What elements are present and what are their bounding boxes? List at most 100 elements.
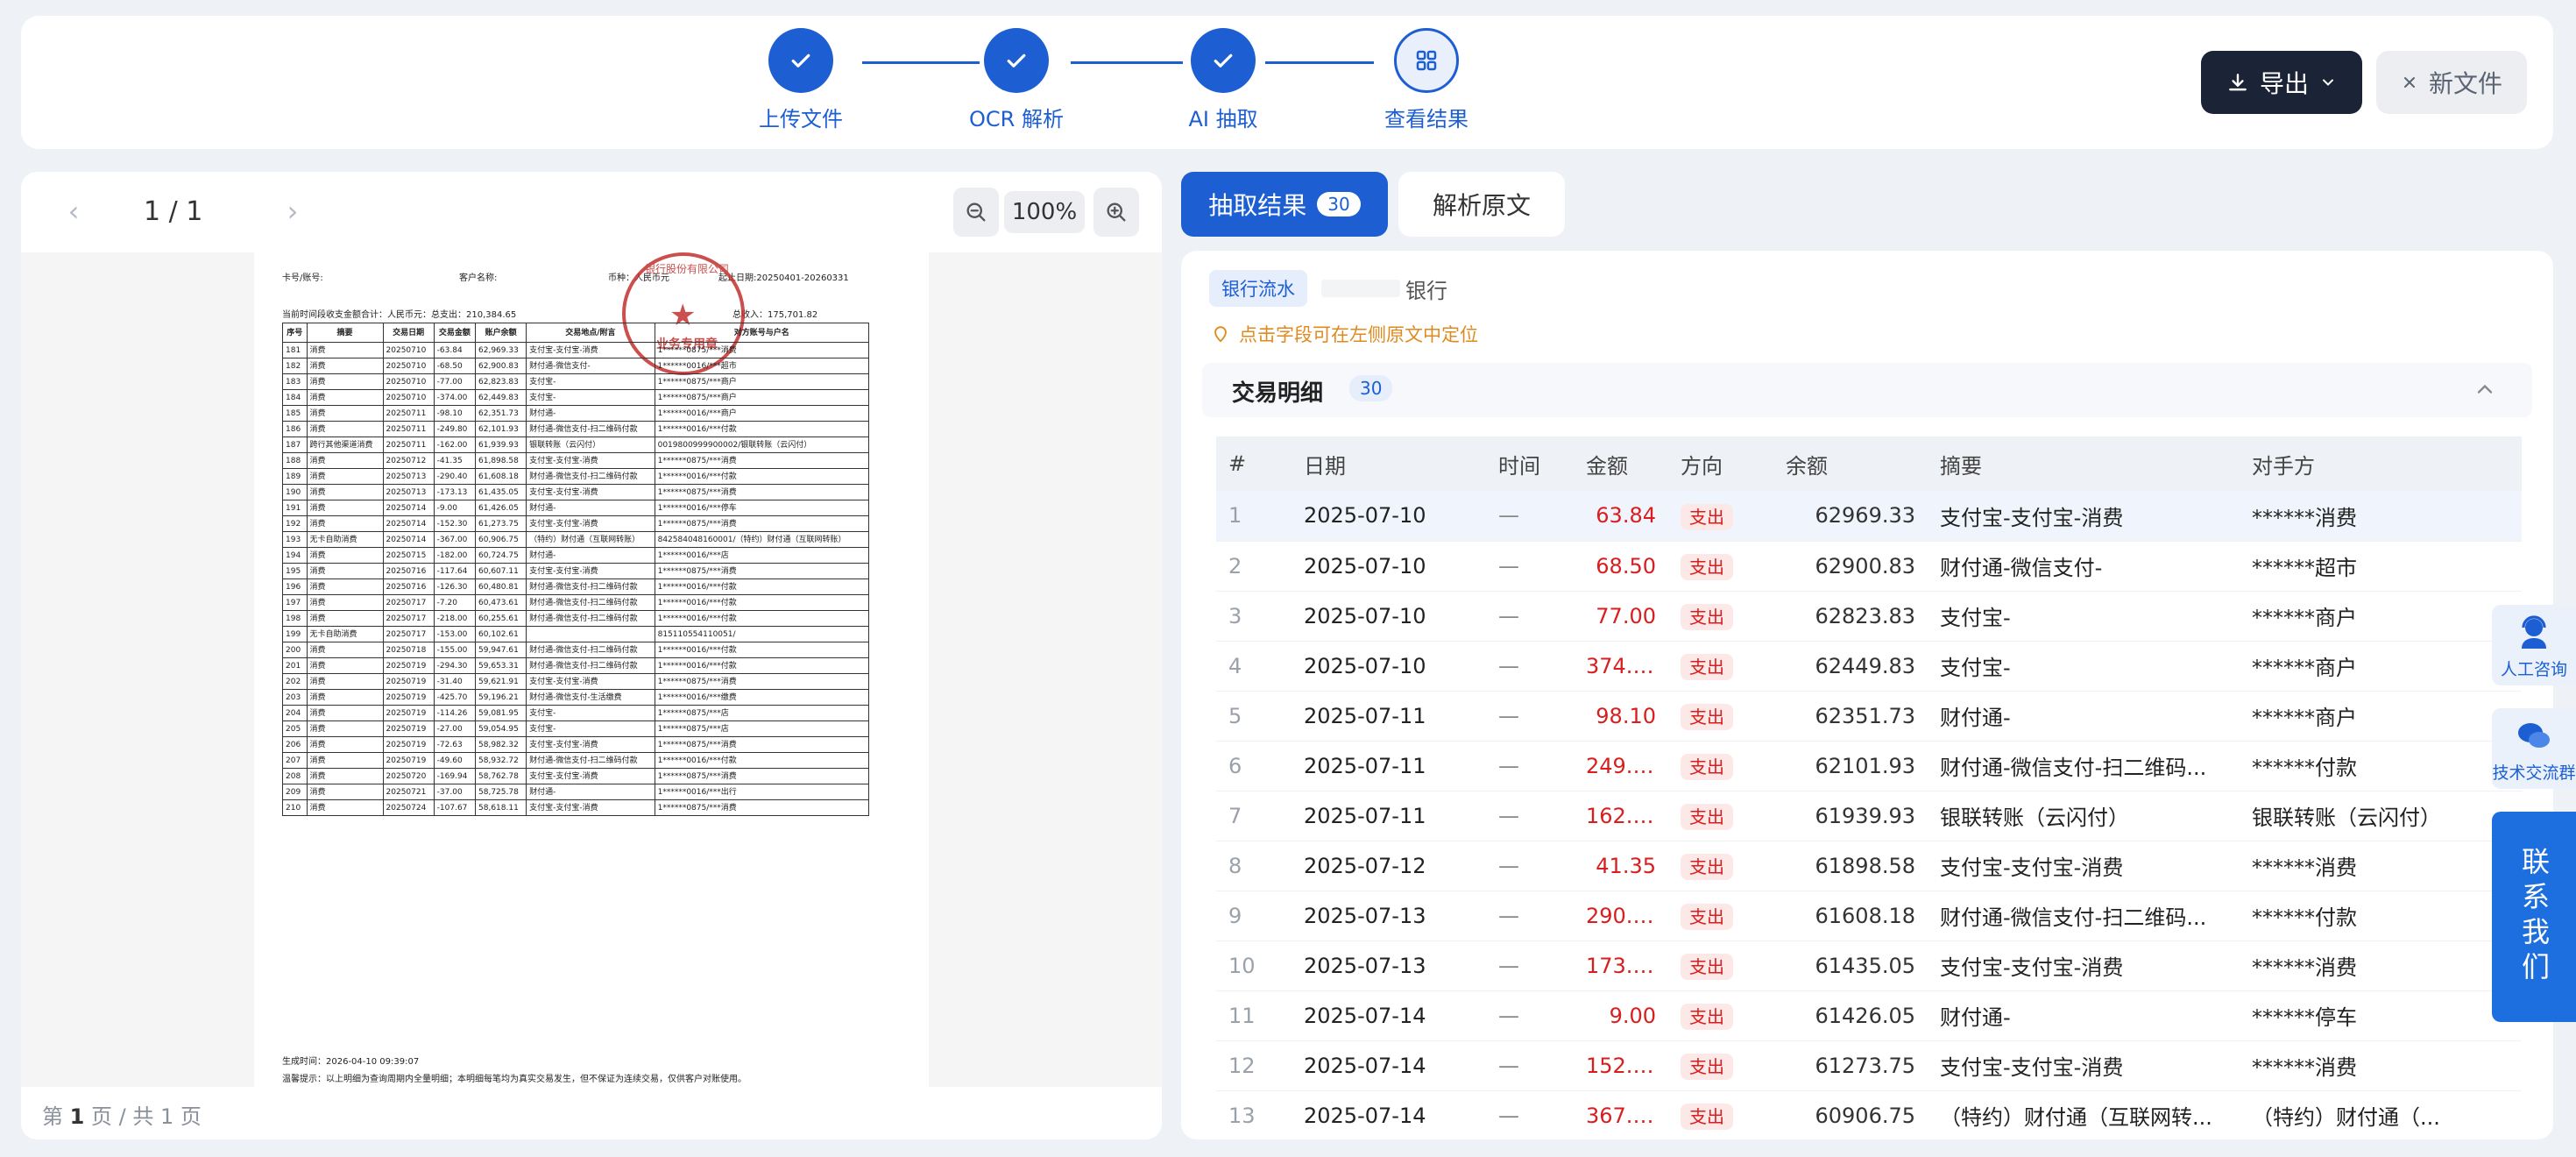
row-counterparty[interactable]: ******消费	[2240, 941, 2522, 991]
transaction-row[interactable]: 9 2025-07-13—290.40 支出 61608.18 财付通-微信支付-扫二维…	[1216, 891, 2522, 941]
row-summary[interactable]: 银联转账（云闪付）	[1928, 791, 2240, 841]
zoom-out-button[interactable]	[953, 188, 999, 237]
row-direction[interactable]: 支出	[1668, 691, 1773, 742]
transaction-row[interactable]: 10 2025-07-13—173.13 支出 61435.05 支付宝-支付宝-消费 *…	[1216, 941, 2522, 991]
transaction-row[interactable]: 3 2025-07-10—77.00 支出 62823.83 支付宝- ******商户	[1216, 591, 2522, 642]
row-summary[interactable]: 财付通-	[1928, 691, 2240, 742]
row-date[interactable]: 2025-07-10	[1292, 491, 1486, 542]
tech-group-button[interactable]: 技术交流群	[2492, 708, 2576, 789]
row-time[interactable]: —	[1486, 1040, 1574, 1091]
row-date[interactable]: 2025-07-13	[1292, 891, 1486, 941]
transaction-row[interactable]: 8 2025-07-12—41.35 支出 61898.58 支付宝-支付宝-消费 ***…	[1216, 841, 2522, 891]
row-summary[interactable]: 支付宝-支付宝-消费	[1928, 841, 2240, 891]
row-counterparty[interactable]: ******商户	[2240, 591, 2522, 642]
row-amount[interactable]: 98.10	[1574, 691, 1668, 742]
row-summary[interactable]: 财付通-微信支付-扫二维码...	[1928, 891, 2240, 941]
transaction-row[interactable]: 13 2025-07-14—367.00 支出 60906.75 （特约）财付通（互联网…	[1216, 1090, 2522, 1139]
row-balance[interactable]: 60906.75	[1773, 1090, 1928, 1139]
row-summary[interactable]: （特约）财付通（互联网转...	[1928, 1090, 2240, 1139]
row-amount[interactable]: 152.30	[1574, 1040, 1668, 1091]
row-date[interactable]: 2025-07-11	[1292, 741, 1486, 791]
row-date[interactable]: 2025-07-11	[1292, 791, 1486, 841]
row-time[interactable]: —	[1486, 791, 1574, 841]
row-summary[interactable]: 财付通-微信支付-	[1928, 541, 2240, 592]
row-amount[interactable]: 41.35	[1574, 841, 1668, 891]
row-date[interactable]: 2025-07-13	[1292, 941, 1486, 991]
row-direction[interactable]: 支出	[1668, 891, 1773, 941]
chevron-up-icon[interactable]	[2473, 377, 2497, 401]
row-direction[interactable]: 支出	[1668, 1090, 1773, 1139]
row-time[interactable]: —	[1486, 691, 1574, 742]
row-date[interactable]: 2025-07-14	[1292, 990, 1486, 1041]
row-direction[interactable]: 支出	[1668, 791, 1773, 841]
row-time[interactable]: —	[1486, 491, 1574, 542]
row-counterparty[interactable]: ******消费	[2240, 491, 2522, 542]
row-amount[interactable]: 77.00	[1574, 591, 1668, 642]
row-time[interactable]: —	[1486, 891, 1574, 941]
row-date[interactable]: 2025-07-14	[1292, 1090, 1486, 1139]
row-time[interactable]: —	[1486, 741, 1574, 791]
row-date[interactable]: 2025-07-10	[1292, 591, 1486, 642]
row-direction[interactable]: 支出	[1668, 591, 1773, 642]
row-date[interactable]: 2025-07-10	[1292, 541, 1486, 592]
transaction-row[interactable]: 2 2025-07-10—68.50 支出 62900.83 财付通-微信支付- ****…	[1216, 541, 2522, 592]
row-amount[interactable]: 290.40	[1574, 891, 1668, 941]
row-amount[interactable]: 9.00	[1574, 990, 1668, 1041]
row-direction[interactable]: 支出	[1668, 941, 1773, 991]
row-amount[interactable]: 162.00	[1574, 791, 1668, 841]
row-date[interactable]: 2025-07-10	[1292, 641, 1486, 692]
transaction-row[interactable]: 6 2025-07-11—249.80 支出 62101.93 财付通-微信支付-扫二维…	[1216, 741, 2522, 791]
row-time[interactable]: —	[1486, 641, 1574, 692]
row-direction[interactable]: 支出	[1668, 1040, 1773, 1091]
row-summary[interactable]: 支付宝-支付宝-消费	[1928, 491, 2240, 542]
transaction-row[interactable]: 11 2025-07-14—9.00 支出 61426.05 财付通- ******停车	[1216, 990, 2522, 1041]
row-balance[interactable]: 61426.05	[1773, 990, 1928, 1041]
row-counterparty[interactable]: ******商户	[2240, 641, 2522, 692]
row-counterparty[interactable]: ******停车	[2240, 990, 2522, 1041]
tab-extract-results[interactable]: 抽取结果 30	[1181, 172, 1388, 237]
transaction-row[interactable]: 4 2025-07-10—374.00 支出 62449.83 支付宝- ******商户	[1216, 641, 2522, 692]
row-balance[interactable]: 62900.83	[1773, 541, 1928, 592]
row-summary[interactable]: 财付通-微信支付-扫二维码...	[1928, 741, 2240, 791]
human-support-button[interactable]: 人工咨询	[2492, 605, 2576, 685]
row-time[interactable]: —	[1486, 541, 1574, 592]
row-counterparty[interactable]: ******商户	[2240, 691, 2522, 742]
transaction-row[interactable]: 5 2025-07-11—98.10 支出 62351.73 财付通- ******商户	[1216, 691, 2522, 742]
row-counterparty[interactable]: 银联转账（云闪付）	[2240, 791, 2522, 841]
row-direction[interactable]: 支出	[1668, 491, 1773, 542]
row-amount[interactable]: 68.50	[1574, 541, 1668, 592]
row-date[interactable]: 2025-07-11	[1292, 691, 1486, 742]
row-direction[interactable]: 支出	[1668, 841, 1773, 891]
row-counterparty[interactable]: （特约）财付通（...	[2240, 1090, 2522, 1139]
row-date[interactable]: 2025-07-12	[1292, 841, 1486, 891]
step-upload[interactable]: 上传文件	[713, 28, 888, 132]
transaction-row[interactable]: 12 2025-07-14—152.30 支出 61273.75 支付宝-支付宝-消费 *…	[1216, 1040, 2522, 1091]
row-balance[interactable]: 62969.33	[1773, 491, 1928, 542]
row-counterparty[interactable]: ******付款	[2240, 741, 2522, 791]
row-counterparty[interactable]: ******消费	[2240, 841, 2522, 891]
row-summary[interactable]: 支付宝-支付宝-消费	[1928, 941, 2240, 991]
row-direction[interactable]: 支出	[1668, 641, 1773, 692]
row-summary[interactable]: 财付通-	[1928, 990, 2240, 1041]
row-balance[interactable]: 61898.58	[1773, 841, 1928, 891]
row-time[interactable]: —	[1486, 990, 1574, 1041]
row-time[interactable]: —	[1486, 941, 1574, 991]
transaction-row[interactable]: 7 2025-07-11—162.00 支出 61939.93 银联转账（云闪付） 银联转…	[1216, 791, 2522, 841]
row-balance[interactable]: 61939.93	[1773, 791, 1928, 841]
tab-raw-text[interactable]: 解析原文	[1398, 172, 1565, 237]
new-file-button[interactable]: 新文件	[2376, 51, 2527, 114]
chevron-left-icon[interactable]: ‹	[56, 195, 91, 230]
row-summary[interactable]: 支付宝-	[1928, 591, 2240, 642]
row-summary[interactable]: 支付宝-支付宝-消费	[1928, 1040, 2240, 1091]
transaction-row[interactable]: 1 2025-07-10—63.84 支出 62969.33 支付宝-支付宝-消费 ***…	[1216, 491, 2522, 542]
step-ai-extract[interactable]: AI 抽取	[1136, 28, 1311, 132]
row-summary[interactable]: 支付宝-	[1928, 641, 2240, 692]
transactions-section-header[interactable]: 交易明细 30	[1202, 363, 2532, 417]
row-counterparty[interactable]: ******超市	[2240, 541, 2522, 592]
row-balance[interactable]: 62101.93	[1773, 741, 1928, 791]
step-view-results[interactable]: 查看结果	[1339, 28, 1514, 132]
row-amount[interactable]: 249.80	[1574, 741, 1668, 791]
row-balance[interactable]: 61435.05	[1773, 941, 1928, 991]
zoom-in-button[interactable]	[1093, 188, 1139, 237]
export-button[interactable]: 导出	[2201, 51, 2362, 114]
